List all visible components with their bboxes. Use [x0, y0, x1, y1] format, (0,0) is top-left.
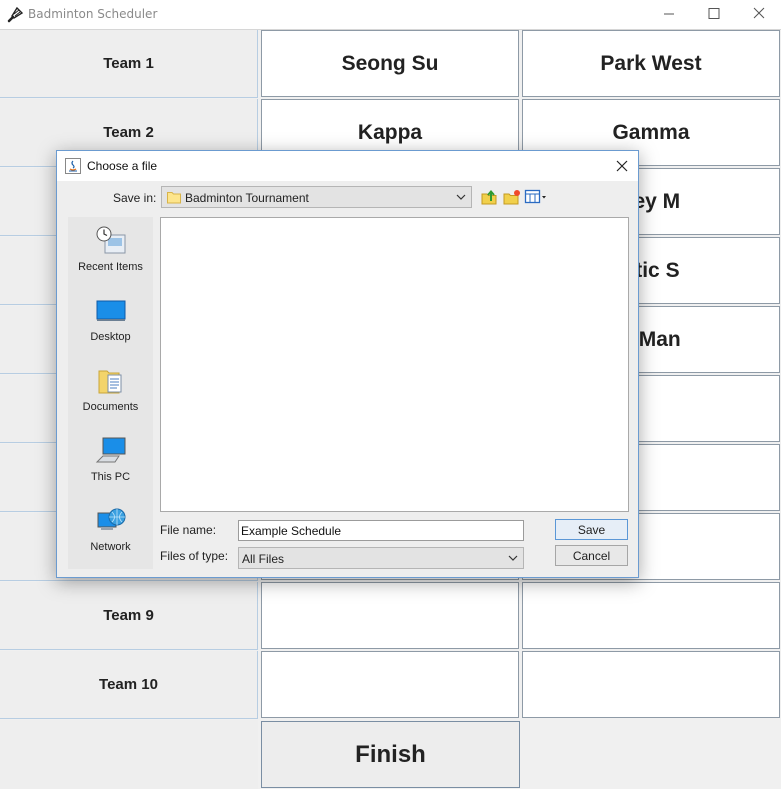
place-documents[interactable]: Documents [68, 357, 153, 423]
desktop-icon [96, 300, 126, 321]
shuttlecock-icon [7, 6, 24, 23]
finish-button[interactable]: Finish [261, 721, 520, 788]
maximize-icon [708, 8, 720, 19]
new-folder-icon[interactable] [503, 189, 521, 205]
view-menu-icon[interactable] [524, 189, 548, 205]
bottom-spacer [0, 720, 258, 789]
file-chooser-dialog: Choose a file Save in: Badminton Tournam… [56, 150, 639, 578]
player-cell[interactable]: Seong Su [261, 30, 519, 97]
file-list[interactable] [160, 217, 629, 512]
close-icon [753, 7, 765, 19]
save-button[interactable]: Save [555, 519, 628, 540]
window-titlebar: Badminton Scheduler [0, 0, 781, 30]
dialog-title: Choose a file [87, 159, 158, 173]
player-cell[interactable] [261, 582, 519, 649]
team-label: Team 9 [0, 582, 258, 650]
player-cell[interactable]: Park West [522, 30, 780, 97]
close-icon[interactable] [611, 155, 633, 177]
save-in-dropdown[interactable]: Badminton Tournament [161, 186, 472, 208]
place-label: Network [90, 541, 131, 553]
up-folder-icon[interactable] [481, 189, 499, 205]
network-icon [97, 508, 126, 530]
documents-icon [98, 370, 122, 394]
chevron-down-icon [508, 555, 518, 561]
chevron-down-icon [456, 194, 466, 200]
file-name-label: File name: [160, 523, 217, 537]
file-name-input[interactable] [238, 520, 524, 541]
place-label: Recent Items [78, 261, 143, 273]
place-network[interactable]: Network [68, 497, 153, 563]
place-label: Desktop [90, 331, 131, 343]
place-recent-items[interactable]: Recent Items [68, 217, 153, 283]
player-cell[interactable] [261, 651, 519, 718]
team-label: Team 1 [0, 30, 258, 98]
place-label: Documents [82, 401, 139, 413]
place-desktop[interactable]: Desktop [68, 287, 153, 353]
cancel-button[interactable]: Cancel [555, 545, 628, 566]
window-title: Badminton Scheduler [28, 7, 158, 21]
close-button[interactable] [736, 0, 781, 29]
recent-items-icon [96, 226, 126, 254]
current-folder: Badminton Tournament [185, 191, 309, 205]
computer-icon [95, 437, 126, 463]
folder-icon [167, 192, 181, 204]
files-of-type-value: All Files [242, 552, 285, 566]
place-label: This PC [90, 471, 131, 483]
maximize-button[interactable] [691, 0, 737, 29]
java-icon [65, 158, 81, 174]
team-label: Team 10 [0, 651, 258, 719]
files-of-type-dropdown[interactable]: All Files [238, 547, 524, 569]
save-in-label: Save in: [113, 191, 157, 205]
player-cell[interactable] [522, 651, 780, 718]
places-bar: Recent Items Desktop Documents This PC N… [68, 217, 153, 569]
minimize-button[interactable] [646, 0, 692, 29]
player-cell[interactable] [522, 582, 780, 649]
dialog-titlebar: Choose a file [57, 151, 638, 181]
minimize-icon [664, 13, 674, 15]
files-of-type-label: Files of type: [160, 549, 229, 563]
place-this-pc[interactable]: This PC [68, 427, 153, 493]
